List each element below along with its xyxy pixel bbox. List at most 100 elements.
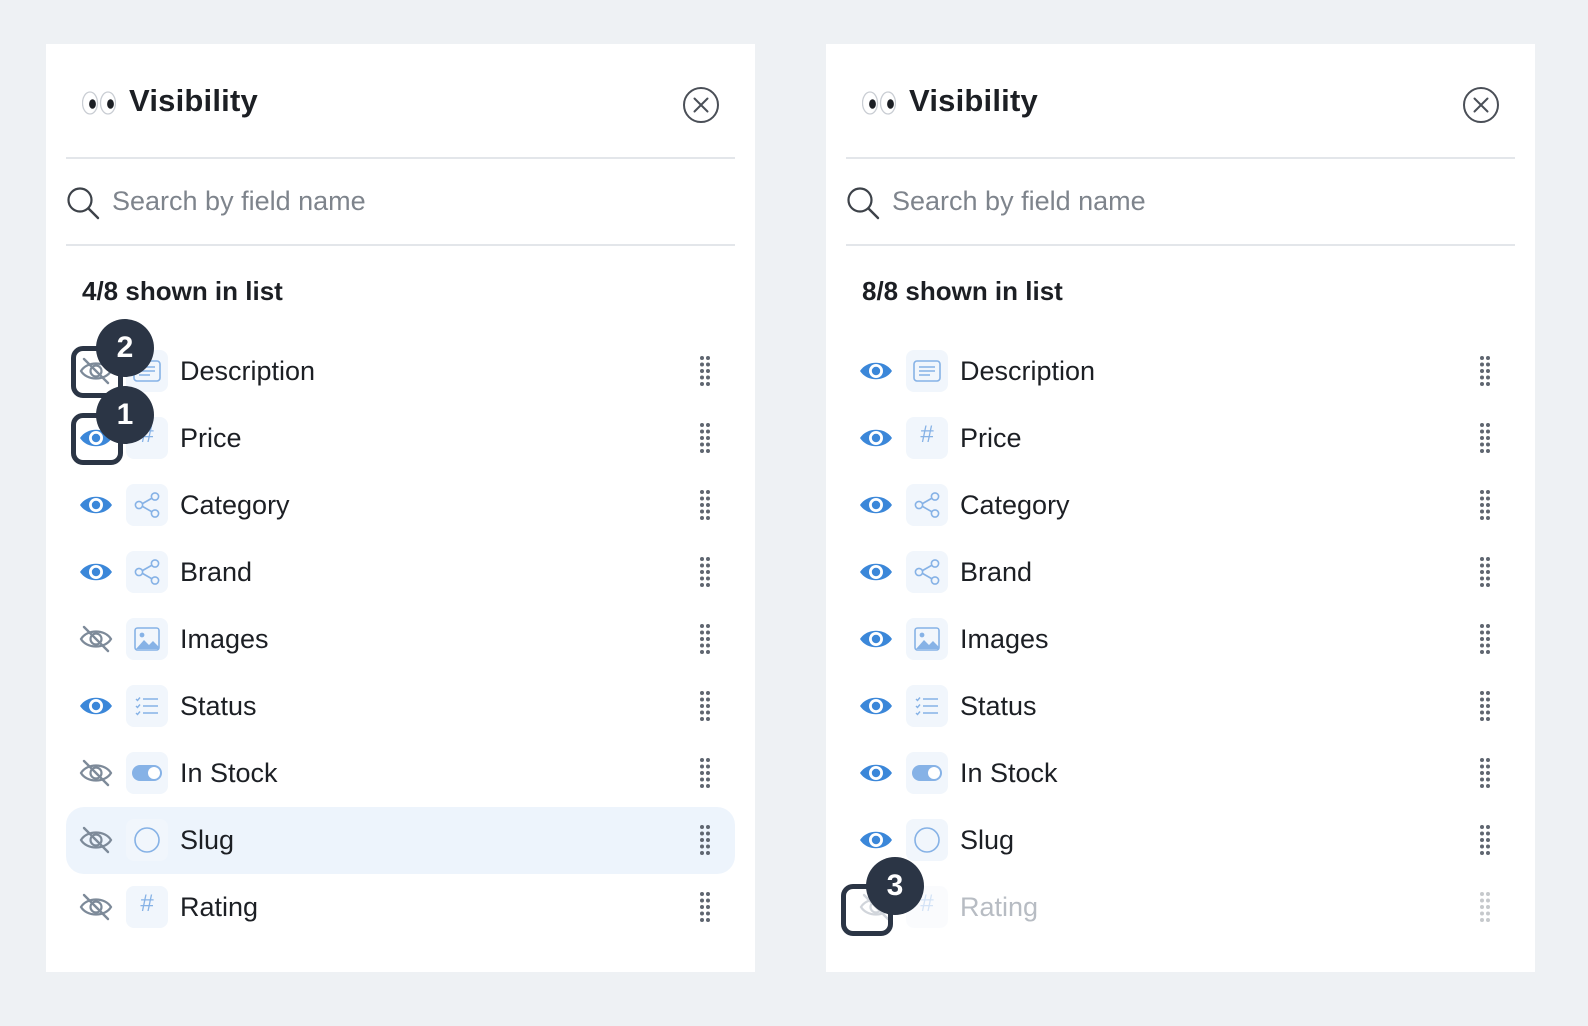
toggle-icon [906, 752, 948, 794]
step-badge-2: 2 [96, 319, 154, 377]
close-icon[interactable] [1462, 86, 1500, 124]
circle-icon [126, 819, 168, 861]
eye-slash-icon[interactable] [77, 757, 115, 789]
panel-title: Visibility [909, 83, 1038, 118]
image-icon [126, 618, 168, 660]
visibility-panel-left: Visibility 4/8 shown in list [46, 44, 755, 972]
field-label: Rating [960, 892, 1039, 922]
eye-icon[interactable] [857, 422, 895, 454]
eye-icon[interactable] [857, 757, 895, 789]
drag-handle-icon[interactable] [1478, 488, 1492, 522]
eye-icon[interactable] [857, 623, 895, 655]
shown-count-label: 4/8 shown in list [82, 276, 283, 306]
field-label: Category [180, 490, 290, 520]
field-row-status[interactable]: Status [846, 673, 1515, 740]
text-lines-icon [906, 350, 948, 392]
drag-handle-icon[interactable] [698, 555, 712, 589]
drag-handle-icon[interactable] [1478, 421, 1492, 455]
eye-icon[interactable] [857, 690, 895, 722]
close-icon[interactable] [682, 86, 720, 124]
hash-glyph: # [140, 890, 154, 917]
eye-slash-icon[interactable] [77, 824, 115, 856]
drag-handle-icon[interactable] [1478, 354, 1492, 388]
field-label: Status [180, 691, 257, 721]
field-row-in-stock[interactable]: In Stock [66, 740, 735, 807]
drag-handle-icon[interactable] [698, 890, 712, 924]
list-icon [906, 685, 948, 727]
field-row-images[interactable]: Images [66, 606, 735, 673]
search-icon [66, 186, 100, 220]
field-label: Images [960, 624, 1049, 654]
field-label: Description [960, 356, 1096, 386]
drag-handle-icon[interactable] [1478, 555, 1492, 589]
shown-count-label: 8/8 shown in list [862, 276, 1063, 306]
eyes-emoji-icon [81, 90, 117, 116]
field-label: Price [180, 423, 242, 453]
drag-handle-icon[interactable] [1478, 890, 1492, 924]
drag-handle-icon[interactable] [1478, 756, 1492, 790]
drag-handle-icon[interactable] [1478, 622, 1492, 656]
field-row-rating[interactable]: # Rating [66, 874, 735, 941]
drag-handle-icon[interactable] [1478, 689, 1492, 723]
field-label: Images [180, 624, 269, 654]
drag-handle-icon[interactable] [698, 354, 712, 388]
field-row-category[interactable]: Category [846, 472, 1515, 539]
drag-handle-icon[interactable] [1478, 823, 1492, 857]
field-label: Brand [180, 557, 253, 587]
drag-handle-icon[interactable] [698, 421, 712, 455]
hash-glyph: # [920, 421, 934, 448]
field-row-description[interactable]: Description [846, 338, 1515, 405]
eye-icon[interactable] [857, 489, 895, 521]
screenshot-stage: Visibility 4/8 shown in list [0, 0, 1588, 1026]
field-row-rating[interactable]: # Rating [846, 874, 1515, 941]
field-row-category[interactable]: Category [66, 472, 735, 539]
field-label: Brand [960, 557, 1033, 587]
visibility-panel-right: Visibility 8/8 shown in list [826, 44, 1535, 972]
field-row-brand[interactable]: Brand [846, 539, 1515, 606]
eye-icon[interactable] [857, 556, 895, 588]
field-label: In Stock [180, 758, 278, 788]
search-icon [846, 186, 880, 220]
field-list: Description # Price Category Brand Image… [846, 338, 1515, 941]
field-row-slug[interactable]: Slug [846, 807, 1515, 874]
list-icon [126, 685, 168, 727]
field-row-price[interactable]: # Price [66, 405, 735, 472]
field-row-brand[interactable]: Brand [66, 539, 735, 606]
drag-handle-icon[interactable] [698, 823, 712, 857]
field-label: Status [960, 691, 1037, 721]
eye-icon[interactable] [77, 556, 115, 588]
field-row-slug[interactable]: Slug [66, 807, 735, 874]
toggle-icon [126, 752, 168, 794]
search-input[interactable] [112, 179, 672, 223]
eye-icon[interactable] [77, 489, 115, 521]
field-row-images[interactable]: Images [846, 606, 1515, 673]
eye-slash-icon[interactable] [77, 623, 115, 655]
field-row-status[interactable]: Status [66, 673, 735, 740]
panel-header: Visibility [66, 44, 735, 159]
eye-slash-icon[interactable] [77, 891, 115, 923]
field-label: Slug [180, 825, 235, 855]
field-row-description[interactable]: Description [66, 338, 735, 405]
field-row-in-stock[interactable]: In Stock [846, 740, 1515, 807]
field-label: Rating [180, 892, 259, 922]
drag-handle-icon[interactable] [698, 622, 712, 656]
field-row-price[interactable]: # Price [846, 405, 1515, 472]
eyes-emoji-icon [861, 90, 897, 116]
drag-handle-icon[interactable] [698, 756, 712, 790]
relation-icon [906, 484, 948, 526]
eye-icon[interactable] [857, 824, 895, 856]
relation-icon [906, 551, 948, 593]
step-badge-1: 1 [96, 386, 154, 444]
field-list: Description # Price Category Brand Image… [66, 338, 735, 941]
eye-icon[interactable] [857, 355, 895, 387]
search-bar [66, 159, 735, 246]
drag-handle-icon[interactable] [698, 689, 712, 723]
eye-icon[interactable] [77, 690, 115, 722]
search-bar [846, 159, 1515, 246]
field-label: In Stock [960, 758, 1058, 788]
step-badge-3: 3 [866, 857, 924, 915]
field-label: Price [960, 423, 1022, 453]
search-input[interactable] [892, 179, 1452, 223]
field-label: Slug [960, 825, 1015, 855]
drag-handle-icon[interactable] [698, 488, 712, 522]
